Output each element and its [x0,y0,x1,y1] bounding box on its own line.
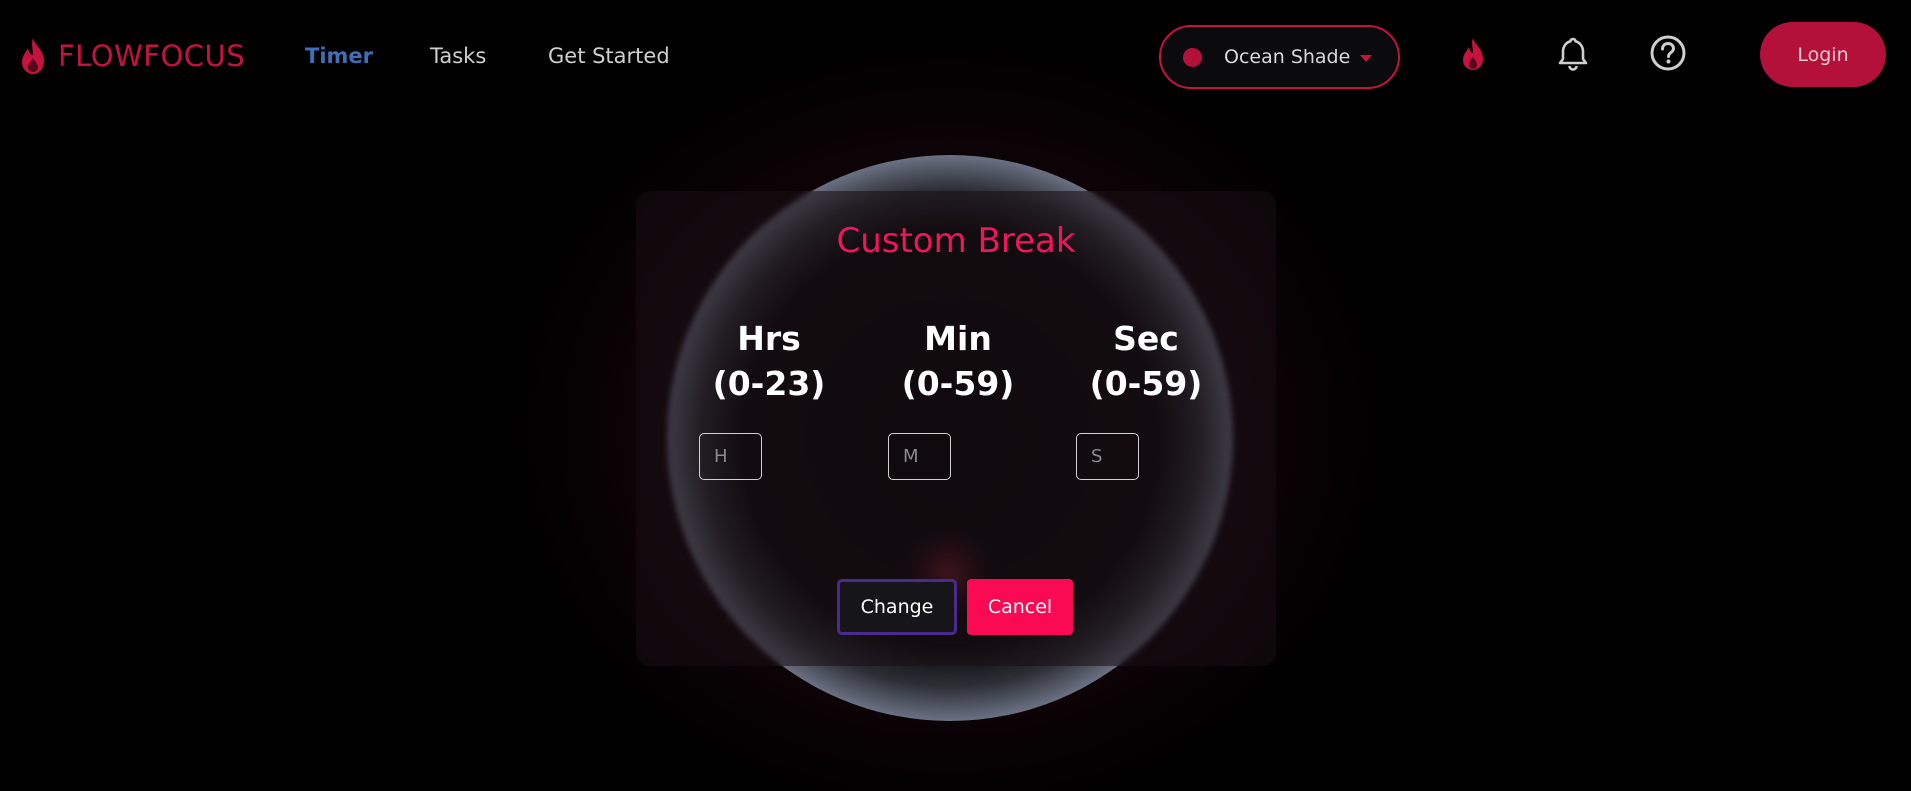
hours-input[interactable] [699,433,762,480]
minutes-range: (0-59) [901,364,1015,403]
minutes-field-label: Min (0-59) [888,316,1028,406]
theme-color-dot [1183,47,1202,67]
minutes-input[interactable] [888,433,951,480]
theme-select-value: Ocean Shade [1224,46,1351,68]
chevron-down-icon [1360,55,1372,62]
nav-link-get-started[interactable]: Get Started [548,44,670,68]
help-circle-icon[interactable] [1648,34,1688,78]
seconds-input[interactable] [1076,433,1139,480]
flame-icon [18,36,48,76]
hours-range: (0-23) [712,364,826,403]
seconds-range: (0-59) [1089,364,1203,403]
modal-title: Custom Break [836,221,1076,261]
custom-break-modal: Custom Break Hrs (0-23) Min (0-59) Sec (… [636,191,1276,666]
minutes-label: Min [924,319,992,358]
nav-link-timer[interactable]: Timer [305,44,373,68]
top-navbar: FLOWFOCUS Timer Tasks Get Started Ocean … [0,0,1911,114]
flame-icon[interactable] [1458,34,1488,78]
hours-field-label: Hrs (0-23) [699,316,839,406]
hours-label: Hrs [737,319,801,358]
nav-link-tasks[interactable]: Tasks [430,44,486,68]
brand-logo[interactable]: FLOWFOCUS [18,36,245,76]
change-button[interactable]: Change [837,579,957,635]
brand-name: FLOWFOCUS [58,39,246,73]
theme-select[interactable]: Ocean Shade [1159,25,1400,89]
login-button[interactable]: Login [1760,22,1886,87]
bell-icon[interactable] [1553,34,1593,78]
seconds-field-label: Sec (0-59) [1076,316,1216,406]
cancel-button[interactable]: Cancel [967,579,1073,635]
seconds-label: Sec [1113,319,1179,358]
